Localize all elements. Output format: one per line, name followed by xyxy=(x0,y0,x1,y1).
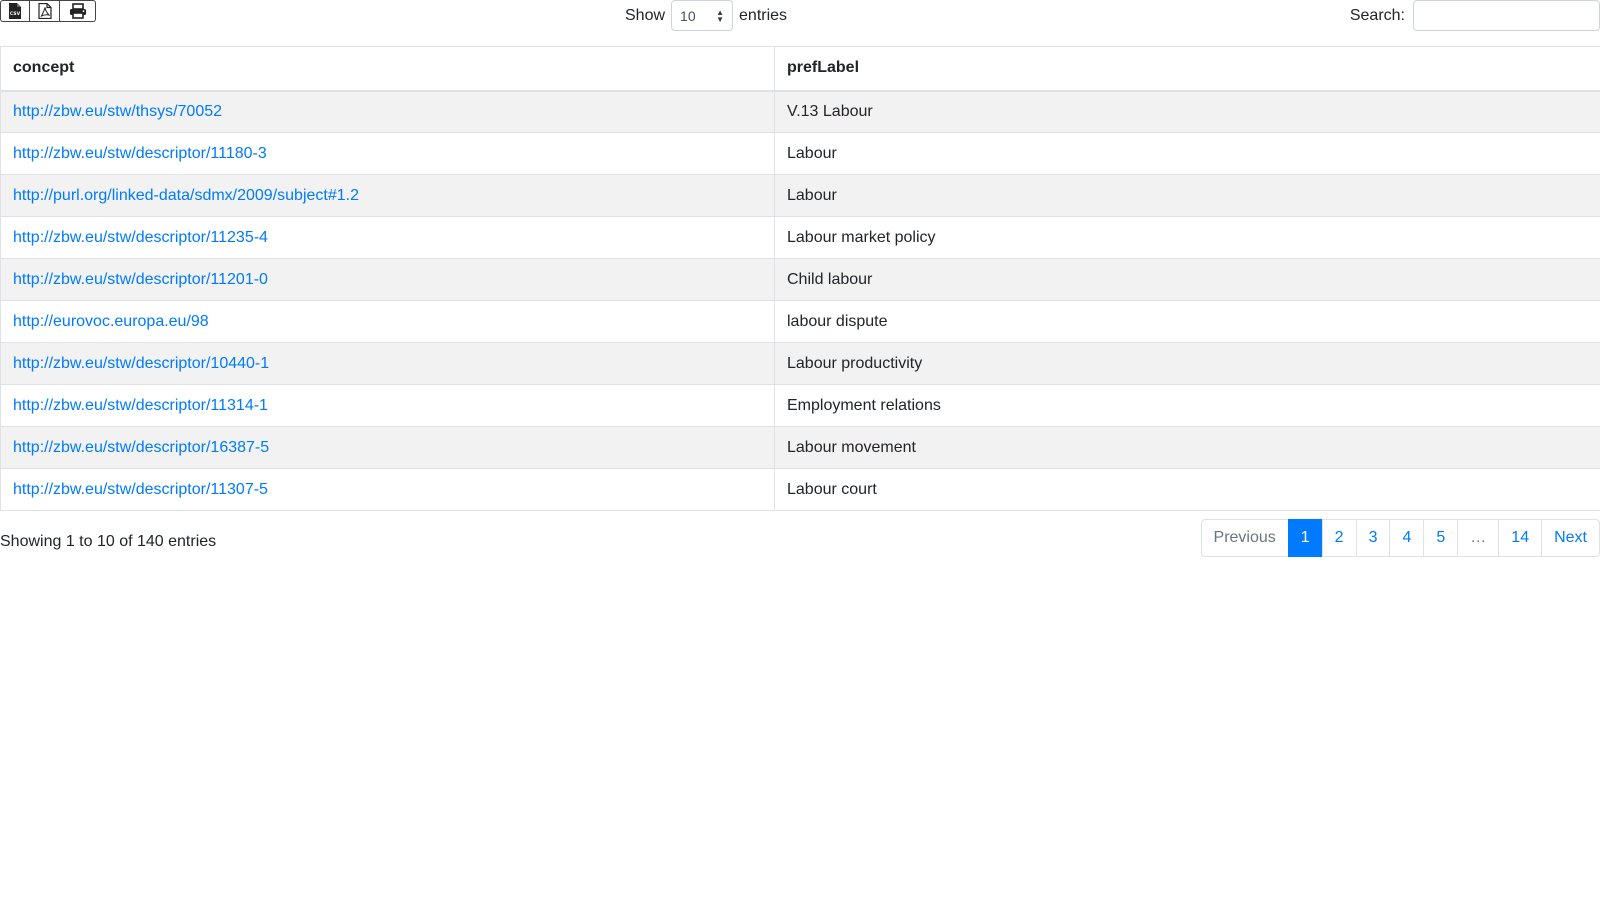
preflabel-cell: Labour xyxy=(774,174,1600,217)
concept-cell: http://zbw.eu/stw/descriptor/10440-1 xyxy=(0,342,775,385)
pagination: Previous 1 2 3 4 5 … 14 Next xyxy=(1200,519,1600,557)
pagination-ellipsis: … xyxy=(1457,519,1500,557)
preflabel-cell: labour dispute xyxy=(774,300,1600,343)
search-filter: Search: xyxy=(1350,0,1600,31)
page-button-4[interactable]: 4 xyxy=(1389,519,1425,557)
concept-link[interactable]: http://zbw.eu/stw/descriptor/16387-5 xyxy=(13,439,269,456)
concept-cell: http://purl.org/linked-data/sdmx/2009/su… xyxy=(0,174,775,217)
concept-link[interactable]: http://zbw.eu/stw/descriptor/11201-0 xyxy=(13,271,268,288)
preflabel-cell: Labour movement xyxy=(774,426,1600,469)
page-length-value: 10 xyxy=(680,7,696,24)
concept-cell: http://zbw.eu/stw/descriptor/11307-5 xyxy=(0,468,775,511)
select-arrows-icon: ▲ ▼ xyxy=(716,7,725,24)
table-header-row: concept prefLabel xyxy=(0,46,1600,92)
print-button[interactable] xyxy=(60,0,96,22)
concept-link[interactable]: http://purl.org/linked-data/sdmx/2009/su… xyxy=(13,187,359,204)
preflabel-cell: Labour productivity xyxy=(774,342,1600,385)
column-header-preflabel[interactable]: prefLabel xyxy=(774,46,1600,92)
page-button-2[interactable]: 2 xyxy=(1321,519,1357,557)
column-header-concept[interactable]: concept xyxy=(0,46,775,92)
preflabel-cell: Labour xyxy=(774,132,1600,175)
table-row: http://zbw.eu/stw/descriptor/11314-1 Emp… xyxy=(0,384,1600,427)
table-row: http://zbw.eu/stw/descriptor/11201-0 Chi… xyxy=(0,258,1600,301)
preflabel-cell: V.13 Labour xyxy=(774,90,1600,133)
table-row: http://zbw.eu/stw/descriptor/10440-1 Lab… xyxy=(0,342,1600,385)
concept-cell: http://zbw.eu/stw/thsys/70052 xyxy=(0,90,775,133)
table-footer: Showing 1 to 10 of 140 entries Previous … xyxy=(0,511,1600,571)
csv-export-button[interactable]: CSV xyxy=(0,0,30,22)
preflabel-cell: Employment relations xyxy=(774,384,1600,427)
next-page-button[interactable]: Next xyxy=(1541,519,1600,557)
preflabel-cell: Labour court xyxy=(774,468,1600,511)
pdf-file-icon xyxy=(37,3,52,19)
concept-cell: http://zbw.eu/stw/descriptor/16387-5 xyxy=(0,426,775,469)
svg-text:CSV: CSV xyxy=(10,11,21,17)
print-icon xyxy=(69,3,86,19)
table-row: http://zbw.eu/stw/descriptor/11235-4 Lab… xyxy=(0,216,1600,259)
table-row: http://eurovoc.europa.eu/98 labour dispu… xyxy=(0,300,1600,343)
preflabel-cell: Labour market policy xyxy=(774,216,1600,259)
concept-link[interactable]: http://zbw.eu/stw/descriptor/11314-1 xyxy=(13,397,268,414)
length-menu: Show 10 ▲ ▼ entries xyxy=(625,0,787,31)
search-label: Search: xyxy=(1349,6,1405,24)
search-input[interactable] xyxy=(1413,0,1600,31)
concept-cell: http://zbw.eu/stw/descriptor/11180-3 xyxy=(0,132,775,175)
page-button-5[interactable]: 5 xyxy=(1423,519,1459,557)
pdf-export-button[interactable] xyxy=(30,0,60,22)
table-row: http://purl.org/linked-data/sdmx/2009/su… xyxy=(0,174,1600,217)
concept-cell: http://zbw.eu/stw/descriptor/11201-0 xyxy=(0,258,775,301)
preflabel-cell: Child labour xyxy=(774,258,1600,301)
table-controls: CSV Show 10 ▲ ▼ entries Search: xyxy=(0,0,1600,46)
concept-link[interactable]: http://zbw.eu/stw/descriptor/10440-1 xyxy=(13,355,269,372)
entries-info: Showing 1 to 10 of 140 entries xyxy=(0,533,217,550)
page-button-14[interactable]: 14 xyxy=(1498,519,1543,557)
concept-link[interactable]: http://zbw.eu/stw/descriptor/11180-3 xyxy=(13,145,267,162)
page-button-3[interactable]: 3 xyxy=(1355,519,1391,557)
length-suffix: entries xyxy=(739,6,788,24)
results-table: concept prefLabel http://zbw.eu/stw/thsy… xyxy=(0,46,1600,511)
concept-link[interactable]: http://zbw.eu/stw/descriptor/11307-5 xyxy=(13,481,268,498)
concept-link[interactable]: http://zbw.eu/stw/thsys/70052 xyxy=(13,103,222,120)
csv-file-icon: CSV xyxy=(9,3,21,19)
export-button-group: CSV xyxy=(0,0,96,22)
table-row: http://zbw.eu/stw/descriptor/11180-3 Lab… xyxy=(0,132,1600,175)
previous-page-button[interactable]: Previous xyxy=(1200,519,1289,557)
table-row: http://zbw.eu/stw/descriptor/16387-5 Lab… xyxy=(0,426,1600,469)
length-prefix: Show xyxy=(625,6,666,24)
table-row: http://zbw.eu/stw/thsys/70052 V.13 Labou… xyxy=(0,90,1600,133)
concept-link[interactable]: http://eurovoc.europa.eu/98 xyxy=(13,313,209,330)
concept-cell: http://zbw.eu/stw/descriptor/11314-1 xyxy=(0,384,775,427)
concept-link[interactable]: http://zbw.eu/stw/descriptor/11235-4 xyxy=(13,229,268,246)
concept-cell: http://zbw.eu/stw/descriptor/11235-4 xyxy=(0,216,775,259)
table-row: http://zbw.eu/stw/descriptor/11307-5 Lab… xyxy=(0,468,1600,511)
page-length-select[interactable]: 10 ▲ ▼ xyxy=(671,0,734,31)
page-button-1[interactable]: 1 xyxy=(1287,519,1323,557)
concept-cell: http://eurovoc.europa.eu/98 xyxy=(0,300,775,343)
